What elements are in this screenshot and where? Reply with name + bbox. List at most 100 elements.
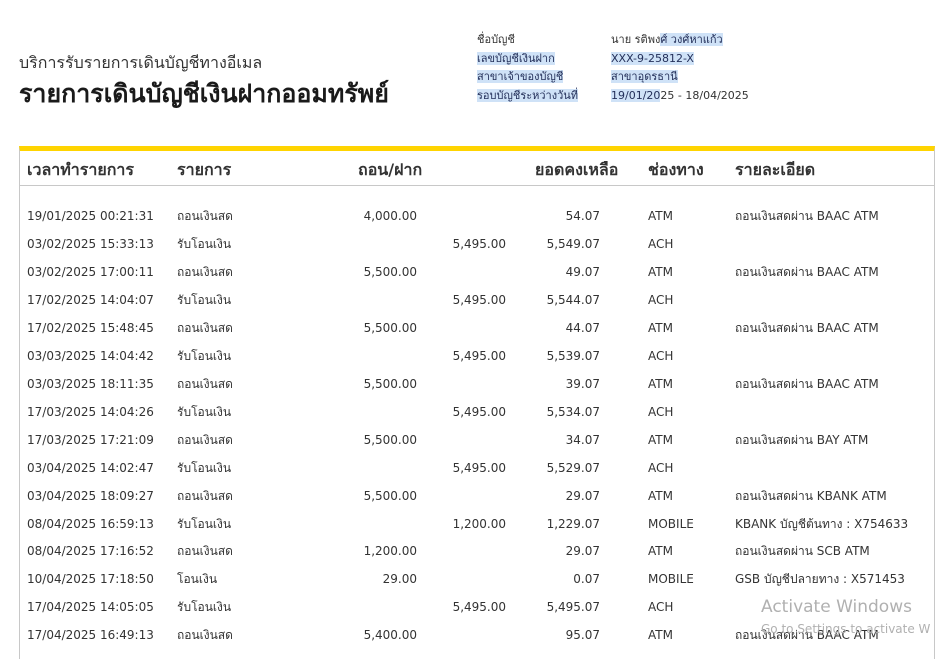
cell-type: ถอนเงินสด [177, 376, 233, 391]
cell-channel: ATM [648, 628, 673, 643]
cell-type: รับโอนเงิน [177, 460, 232, 475]
table-row: 17/03/2025 17:21:09 ถอนเงินสด 5,500.00 34.0… [0, 432, 937, 460]
col-header-balance: ยอดคงเหลือ [535, 160, 619, 179]
cell-channel: MOBILE [648, 572, 694, 587]
statement-title: รายการเดินบัญชีเงินฝากออมทรัพย์ [19, 79, 389, 108]
cell-time: 08/04/2025 17:16:52 [27, 544, 154, 559]
cell-deposit: 5,495.00 [452, 600, 506, 615]
period-value: 19/01/2025 - 18/04/2025 [611, 89, 749, 103]
cell-type: รับโอนเงิน [177, 516, 232, 531]
cell-withdraw: 5,500.00 [363, 264, 417, 279]
cell-channel: ATM [648, 488, 673, 503]
cell-type: ถอนเงินสด [177, 488, 233, 503]
cell-type: โอนเงิน [177, 572, 218, 587]
cell-channel: ATM [648, 209, 673, 223]
cell-time: 10/04/2025 17:18:50 [27, 572, 154, 587]
cell-balance: 54.07 [565, 209, 600, 223]
cell-deposit: 5,495.00 [452, 292, 506, 307]
cell-channel: ACH [648, 404, 674, 419]
cell-time: 08/04/2025 16:59:13 [27, 516, 154, 531]
cell-channel: ATM [648, 264, 673, 279]
cell-withdraw: 5,500.00 [363, 432, 417, 447]
cell-type: รับโอนเงิน [177, 600, 232, 615]
period-highlight: 19/01/20 [611, 89, 661, 102]
cell-balance: 1,229.07 [546, 516, 600, 531]
cell-time: 17/04/2025 14:05:05 [27, 600, 154, 615]
cell-details: ถอนเงินสดผ่าน KBANK ATM [735, 488, 887, 503]
cell-type: ถอนเงินสด [177, 264, 233, 279]
cell-channel: ATM [648, 320, 673, 335]
cell-channel: MOBILE [648, 516, 694, 531]
cell-time: 17/02/2025 15:48:45 [27, 320, 154, 335]
cell-withdraw: 5,500.00 [363, 320, 417, 335]
account-name-value: นาย รติพงศ์ วงศ์หาแก้ว [611, 33, 723, 47]
cell-balance: 34.07 [565, 432, 600, 447]
cell-balance: 49.07 [565, 264, 600, 279]
branch-label: สาขาเจ้าของบัญชี [477, 70, 564, 83]
statement-page: บริการรับรายการเดินบัญชีทางอีเมล รายการเ… [0, 0, 937, 659]
cell-details: ถอนเงินสดผ่าน BAAC ATM [735, 209, 879, 223]
cell-details: ถอนเงินสดผ่าน BAAC ATM [735, 320, 879, 335]
cell-time: 03/04/2025 14:02:47 [27, 460, 154, 475]
cell-details: ถอนเงินสดผ่าน BAY ATM [735, 432, 869, 447]
table-row: 03/03/2025 18:11:35 ถอนเงินสด 5,500.00 39.0… [0, 376, 937, 404]
cell-details: KBANK บัญชีต้นทาง : X754633 [735, 516, 909, 531]
cell-balance: 5,495.07 [546, 600, 600, 615]
service-subtitle: บริการรับรายการเดินบัญชีทางอีเมล [19, 53, 263, 72]
cell-channel: ACH [648, 292, 674, 307]
cell-balance: 5,539.07 [546, 348, 600, 363]
cell-balance: 39.07 [565, 376, 600, 391]
period-plain: 25 - 18/04/2025 [660, 89, 749, 102]
cell-withdraw: 29.00 [382, 572, 417, 587]
cell-type: ถอนเงินสด [177, 544, 233, 559]
cell-channel: ACH [648, 600, 674, 615]
windows-activation-title: Activate Windows [761, 597, 912, 617]
cell-withdraw: 5,500.00 [363, 376, 417, 391]
cell-time: 19/01/2025 00:21:31 [27, 209, 154, 223]
cell-type: ถอนเงินสด [177, 320, 233, 335]
table-row: 03/03/2025 14:04:42 รับโอนเงิน 5,495.00 5,5… [0, 348, 937, 376]
cell-channel: ACH [648, 236, 674, 251]
cell-withdraw: 4,000.00 [363, 209, 417, 223]
cell-time: 17/02/2025 14:04:07 [27, 292, 154, 307]
header-divider [19, 185, 935, 186]
cell-time: 17/03/2025 17:21:09 [27, 432, 154, 447]
cell-balance: 29.07 [565, 488, 600, 503]
cell-details: ถอนเงินสดผ่าน BAAC ATM [735, 264, 879, 279]
cell-balance: 0.07 [573, 572, 600, 587]
cell-type: รับโอนเงิน [177, 348, 232, 363]
cell-type: ถอนเงินสด [177, 628, 233, 643]
cell-time: 03/03/2025 18:11:35 [27, 376, 154, 391]
col-header-channel: ช่องทาง [648, 160, 704, 179]
cell-details: ถอนเงินสดผ่าน BAAC ATM [735, 376, 879, 391]
table-row: 19/01/2025 00:21:31 ถอนเงินสด 4,000.00 54.0… [0, 208, 937, 236]
cell-time: 03/02/2025 15:33:13 [27, 236, 154, 251]
cell-balance: 5,534.07 [546, 404, 600, 419]
cell-type: รับโอนเงิน [177, 236, 232, 251]
account-number-label: เลขบัญชีเงินฝาก [477, 52, 555, 65]
table-row: 03/04/2025 18:09:27 ถอนเงินสด 5,500.00 29.0… [0, 488, 937, 516]
cell-type: รับโอนเงิน [177, 404, 232, 419]
cell-channel: ACH [648, 460, 674, 475]
cell-deposit: 1,200.00 [452, 516, 506, 531]
cell-withdraw: 5,500.00 [363, 488, 417, 503]
cell-balance: 5,549.07 [546, 236, 600, 251]
cell-balance: 44.07 [565, 320, 600, 335]
table-row: 17/03/2025 14:04:26 รับโอนเงิน 5,495.00 5,5… [0, 404, 937, 432]
account-name-highlight: ศ์ วงศ์หาแก้ว [660, 33, 723, 46]
windows-activation-hint: Go to Settings to activate W [761, 622, 931, 636]
cell-time: 03/04/2025 18:09:27 [27, 488, 154, 503]
cell-time: 17/04/2025 16:49:13 [27, 628, 154, 643]
table-row: 08/04/2025 16:59:13 รับโอนเงิน 1,200.00 1,2… [0, 516, 937, 544]
table-row: 03/02/2025 15:33:13 รับโอนเงิน 5,495.00 5,5… [0, 236, 937, 264]
table-row: 03/04/2025 14:02:47 รับโอนเงิน 5,495.00 5,5… [0, 460, 937, 488]
table-row: 10/04/2025 17:18:50 โอนเงิน 29.00 0.07 MOBIL… [0, 571, 937, 599]
col-header-details: รายละเอียด [735, 160, 816, 179]
cell-time: 17/03/2025 14:04:26 [27, 404, 154, 419]
cell-balance: 5,544.07 [546, 292, 600, 307]
branch-value: สาขาอุดรธานี [611, 70, 678, 83]
cell-details: ถอนเงินสดผ่าน SCB ATM [735, 544, 870, 559]
cell-deposit: 5,495.00 [452, 236, 506, 251]
cell-time: 03/02/2025 17:00:11 [27, 264, 154, 279]
table-row: 17/02/2025 14:04:07 รับโอนเงิน 5,495.00 5,5… [0, 292, 937, 320]
